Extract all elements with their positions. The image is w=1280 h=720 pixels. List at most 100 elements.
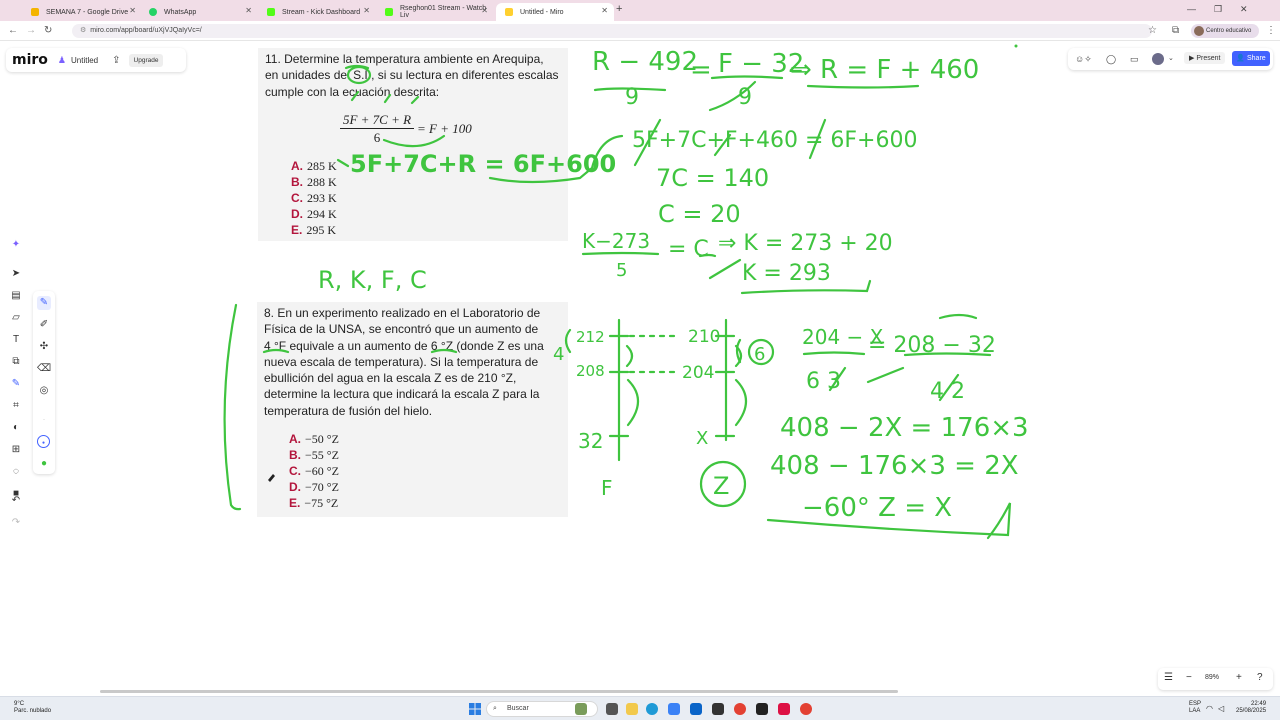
lang-primary: ESP — [1189, 701, 1202, 707]
select-cursor-icon[interactable]: ➤ — [9, 267, 23, 281]
wifi-icon[interactable]: ◠ — [1206, 704, 1213, 713]
ink-ticks — [608, 334, 736, 438]
zoom-out-icon[interactable]: − — [1186, 672, 1192, 683]
hw-eq-5f7cr: 5F+7C+R = 6F+600 — [350, 150, 616, 178]
search-placeholder: Buscar — [507, 705, 529, 712]
lang-secondary: LAA — [1189, 708, 1201, 714]
handwriting-layer: R − 492 9 = F − 32 9 ⇒ R = F + 460 5F+7C… — [223, 44, 1029, 540]
ink-dot — [1014, 44, 1018, 48]
avatar[interactable] — [1152, 53, 1164, 65]
volume-icon[interactable]: ◁ — [1218, 704, 1224, 713]
weather-widget[interactable]: 9°C Parc. nublado — [14, 701, 51, 715]
ink-dashed-lines — [628, 334, 676, 374]
export-icon[interactable]: ⇪ — [112, 55, 120, 66]
hw-k-273-20: ⇒ K = 273 + 20 — [718, 231, 893, 256]
ink-mark — [336, 158, 350, 168]
weather-desc: Parc. nublado — [14, 708, 52, 714]
hw-k-273: K−273 — [582, 229, 650, 253]
ink-curve — [382, 134, 446, 148]
zoom-panel: ☰ − 89% + ? — [1158, 668, 1273, 690]
search-icon: ⌕ — [493, 705, 497, 712]
pen-icon[interactable]: ✎ — [9, 377, 23, 391]
shapes-icon[interactable]: ⧉ — [9, 355, 23, 369]
upgrade-button[interactable]: Upgrade — [128, 53, 164, 67]
hw-x: X — [696, 428, 708, 449]
highlighter-icon[interactable]: ✐ — [37, 318, 51, 332]
hw-eq-c: = C — [668, 237, 709, 262]
sticky-note-icon[interactable]: ▱ — [9, 311, 23, 325]
hw-4: 4 — [553, 344, 564, 365]
hw-204: 204 — [682, 363, 714, 383]
app-icon[interactable] — [778, 703, 790, 715]
share-button[interactable]: 👤 Share — [1232, 51, 1270, 66]
comments-icon[interactable]: ◯ — [1106, 54, 1116, 65]
text-icon[interactable]: T — [9, 333, 23, 347]
stroke-medium-icon[interactable]: ● — [37, 435, 50, 448]
chrome-icon[interactable] — [734, 703, 746, 715]
clock-time: 22:49 — [1251, 701, 1267, 707]
grid-icon[interactable]: ⊞ — [9, 443, 23, 457]
horizontal-scrollbar[interactable] — [100, 690, 898, 693]
ink-underlines — [262, 348, 458, 354]
stroke-thin-icon[interactable]: · — [37, 413, 51, 427]
hw-k-293: K = 293 — [742, 261, 831, 286]
hw-32: 32 — [578, 429, 603, 453]
hw-scale-f: F — [601, 476, 613, 500]
clock[interactable]: 22:49 25/08/2025 — [1236, 701, 1266, 715]
widget-icon[interactable] — [575, 703, 587, 715]
color-green-icon[interactable]: ● — [37, 457, 51, 471]
pen-tool-icon[interactable]: ✎ — [37, 296, 51, 310]
outlook-icon[interactable] — [690, 703, 702, 715]
task-view-icon[interactable] — [606, 703, 618, 715]
present-button[interactable]: ▶ Present — [1184, 52, 1226, 64]
help-icon[interactable]: ? — [1257, 672, 1263, 683]
ink-underline — [806, 84, 920, 89]
board-title[interactable]: Untitled — [71, 56, 98, 65]
file-explorer-icon[interactable] — [626, 703, 638, 715]
zoom-in-icon[interactable]: + — [1236, 672, 1242, 683]
apps-icon[interactable]: ◐ — [9, 421, 23, 435]
hw-c-20: C = 20 — [658, 200, 741, 228]
pen-cursor — [268, 474, 275, 482]
miro-logo[interactable]: miro — [12, 52, 48, 68]
board-actions: ☺✧ ◯ ▭ ⌄ ▶ Present 👤 Share — [1068, 48, 1273, 70]
frame-icon[interactable]: ⌗ — [9, 399, 23, 413]
ink-cancel-stroke — [708, 258, 742, 280]
templates-icon[interactable]: ▤ — [9, 289, 23, 303]
hw-9b: 9 — [738, 85, 752, 110]
taskbar: 9°C Parc. nublado ⌕ Buscar ESP LAA ◠ ◁ 22… — [0, 696, 1280, 720]
video-icon[interactable]: ▭ — [1130, 54, 1139, 65]
eraser-icon[interactable]: ⌫ — [37, 362, 51, 376]
reactions-icon[interactable]: ☺✧ — [1075, 54, 1092, 65]
hw-f-32-eq: = — [690, 55, 712, 85]
terminal-icon[interactable] — [756, 703, 768, 715]
board-list-icon[interactable]: ☰ — [1164, 672, 1173, 683]
hw-210: 210 — [688, 327, 720, 347]
ai-sparkle-icon[interactable]: ✦ — [9, 238, 23, 252]
zoom-level[interactable]: 89% — [1205, 674, 1219, 681]
redo-icon[interactable]: ↷ — [9, 516, 23, 530]
chrome-icon[interactable] — [800, 703, 812, 715]
hw-208: 208 — [576, 362, 605, 380]
ink-marks — [350, 90, 420, 105]
clock-date: 25/08/2025 — [1236, 708, 1267, 714]
hw-substitution: 5F+7C+F+460 = 6F+600 — [632, 128, 917, 153]
undo-icon[interactable]: ↶ — [9, 494, 23, 508]
store-icon[interactable] — [668, 703, 680, 715]
ink-arrow — [866, 366, 905, 384]
present-label: Present — [1196, 55, 1221, 62]
ink-bracket — [223, 303, 242, 511]
hw-rkfc: R, K, F, C — [318, 266, 427, 294]
windows-start-icon[interactable] — [469, 703, 481, 715]
ink-mark — [938, 313, 978, 320]
hw-r-f-460: ⇒ R = F + 460 — [790, 55, 979, 85]
left-toolbar: ✦ ➤ ▤ ▱ T ⧉ ✎ ⌗ ◐ ⊞ ◌ ■ — [6, 234, 26, 534]
edge-icon[interactable] — [646, 703, 658, 715]
lasso-icon[interactable]: ◎ — [37, 384, 51, 398]
chevron-down-icon[interactable]: ⌄ — [1168, 54, 1174, 62]
smart-draw-icon[interactable]: ✣ — [37, 340, 51, 354]
comment-icon[interactable]: ◌ — [9, 465, 23, 479]
language-indicator[interactable]: ESP LAA — [1189, 701, 1201, 715]
hw-7c-140: 7C = 140 — [656, 164, 769, 192]
app-icon[interactable] — [712, 703, 724, 715]
